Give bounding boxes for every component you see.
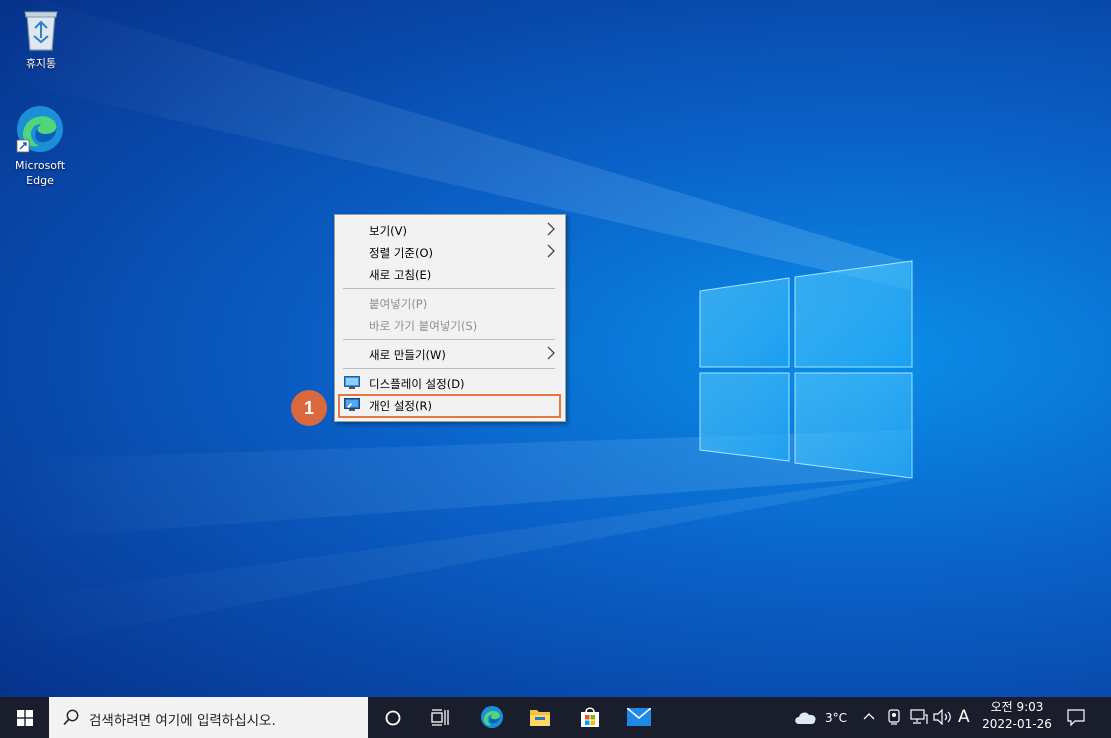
desktop-icon-label: Microsoft bbox=[14, 159, 66, 172]
menu-item-refresh[interactable]: 새로 고침(E) bbox=[337, 263, 563, 284]
taskbar-file-explorer[interactable] bbox=[520, 697, 560, 738]
desktop-context-menu: 보기(V) 정렬 기준(O) 새로 고침(E) 붙여넣기(P) 바로 가기 붙여… bbox=[334, 214, 566, 422]
volume-icon[interactable] bbox=[933, 709, 953, 725]
task-view-icon bbox=[431, 709, 449, 726]
menu-item-paste-shortcut: 바로 가기 붙여넣기(S) bbox=[337, 314, 563, 335]
desktop-icon-label-2: Edge bbox=[26, 174, 54, 187]
desktop-icon-recycle-bin[interactable]: 휴지통 bbox=[6, 8, 76, 71]
menu-separator bbox=[343, 288, 555, 289]
chevron-up-icon[interactable] bbox=[863, 711, 875, 721]
recycle-bin-icon bbox=[24, 11, 58, 51]
store-icon bbox=[581, 707, 599, 727]
cortana-icon bbox=[385, 710, 401, 726]
search-placeholder: 검색하려면 여기에 입력하십시오. bbox=[89, 713, 276, 729]
taskbar-mail[interactable] bbox=[618, 697, 660, 738]
windows-logo bbox=[699, 260, 913, 479]
menu-item-label: 보기(V) bbox=[369, 224, 407, 238]
menu-item-label: 디스플레이 설정(D) bbox=[369, 377, 465, 391]
desktop-icon-edge[interactable]: Microsoft Edge bbox=[5, 104, 75, 188]
start-button[interactable] bbox=[0, 697, 49, 738]
clock-date: 2022-01-26 bbox=[982, 717, 1052, 731]
meet-now-icon[interactable] bbox=[886, 708, 902, 726]
menu-separator bbox=[343, 368, 555, 369]
taskbar-search-box[interactable]: 검색하려면 여기에 입력하십시오. bbox=[49, 697, 368, 738]
taskbar: 검색하려면 여기에 입력하십시오. 3°C A 오전 9:03 2022-01-… bbox=[0, 697, 1111, 738]
menu-item-sort-by[interactable]: 정렬 기준(O) bbox=[337, 241, 563, 262]
display-icon bbox=[344, 376, 360, 389]
network-icon[interactable] bbox=[910, 709, 928, 725]
edge-icon bbox=[480, 705, 504, 729]
menu-item-view[interactable]: 보기(V) bbox=[337, 219, 563, 240]
mail-icon bbox=[627, 708, 651, 726]
file-explorer-icon bbox=[530, 710, 550, 726]
menu-item-display-settings[interactable]: 디스플레이 설정(D) bbox=[337, 372, 563, 393]
menu-item-label: 붙여넣기(P) bbox=[369, 297, 428, 311]
taskbar-edge[interactable] bbox=[472, 697, 512, 738]
step-badge: 1 bbox=[291, 390, 327, 426]
input-method-indicator[interactable]: A bbox=[958, 707, 970, 727]
taskbar-store[interactable] bbox=[570, 697, 610, 738]
menu-item-label: 새로 고침(E) bbox=[369, 268, 432, 282]
clock-time: 오전 9:03 bbox=[990, 700, 1044, 714]
desktop-icon-label: 휴지통 bbox=[25, 57, 57, 70]
menu-item-label: 새로 만들기(W) bbox=[369, 348, 446, 362]
menu-item-paste: 붙여넣기(P) bbox=[337, 292, 563, 313]
windows-start-icon bbox=[17, 710, 33, 726]
menu-separator bbox=[343, 339, 555, 340]
weather-temperature[interactable]: 3°C bbox=[825, 711, 847, 725]
menu-item-label: 바로 가기 붙여넣기(S) bbox=[369, 319, 478, 333]
weather-cloud-icon[interactable] bbox=[793, 709, 819, 725]
chevron-right-icon bbox=[547, 244, 555, 258]
task-view-button[interactable] bbox=[420, 697, 458, 738]
menu-item-label: 정렬 기준(O) bbox=[369, 246, 433, 260]
chevron-right-icon bbox=[547, 222, 555, 236]
cortana-button[interactable] bbox=[374, 697, 412, 738]
highlight-box bbox=[338, 394, 561, 418]
menu-item-new[interactable]: 새로 만들기(W) bbox=[337, 343, 563, 364]
desktop[interactable]: 휴지통 Microsoft Edge 보기(V) 정렬 기준(O) 새로 고침(… bbox=[0, 0, 1111, 738]
notification-icon[interactable] bbox=[1067, 709, 1085, 726]
chevron-right-icon bbox=[547, 346, 555, 360]
taskbar-clock[interactable]: 오전 9:03 2022-01-26 bbox=[974, 699, 1060, 733]
search-icon bbox=[63, 709, 79, 726]
edge-icon bbox=[16, 106, 63, 153]
